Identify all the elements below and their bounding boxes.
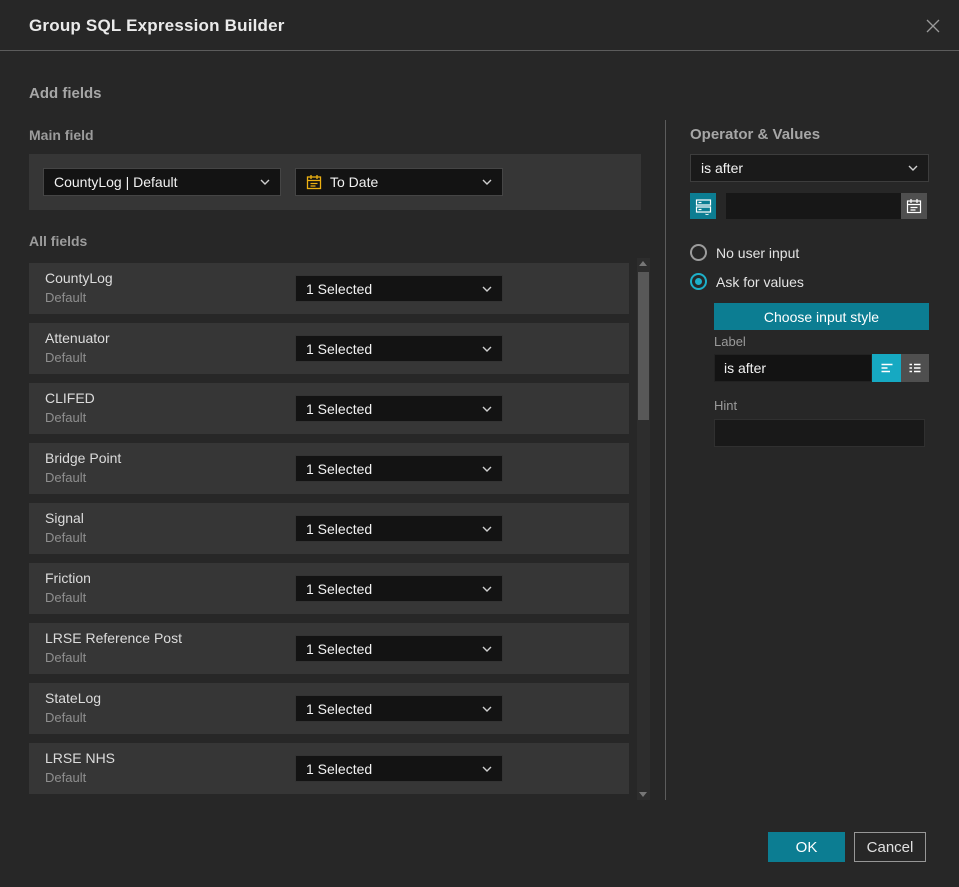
main-field-dropdown[interactable]: CountyLog | Default [43, 168, 281, 196]
hint-heading: Hint [714, 398, 738, 413]
main-field-date-dropdown-value: To Date [330, 174, 379, 190]
main-field-panel: CountyLog | Default To Date [29, 154, 641, 210]
panel-divider [665, 120, 666, 800]
list-input-style-button[interactable] [901, 354, 929, 382]
value-input[interactable] [726, 193, 901, 219]
field-row-lrse-nhs: LRSE NHS Default 1 Selected [29, 743, 629, 794]
field-selection-dropdown[interactable]: 1 Selected [295, 275, 503, 302]
hint-input[interactable] [714, 419, 925, 447]
field-selection-dropdown[interactable]: 1 Selected [295, 755, 503, 782]
chevron-down-icon [260, 179, 270, 185]
group-sql-expression-builder-dialog: Group SQL Expression Builder Add fields … [0, 0, 959, 887]
main-field-date-dropdown[interactable]: To Date [295, 168, 503, 196]
chevron-down-icon [482, 286, 492, 292]
field-row-lrse-reference-post: LRSE Reference Post Default 1 Selected [29, 623, 629, 674]
chevron-down-icon [482, 406, 492, 412]
single-line-input-style-button[interactable] [872, 354, 901, 382]
operator-values-heading: Operator & Values [690, 126, 821, 143]
close-icon [924, 17, 942, 35]
add-fields-heading: Add fields [29, 85, 102, 102]
chevron-down-icon [482, 706, 492, 712]
radio-selected-icon [690, 273, 707, 290]
operator-dropdown-value: is after [701, 160, 744, 176]
fields-list-scrollbar[interactable] [637, 258, 650, 800]
operator-dropdown[interactable]: is after [690, 154, 929, 182]
date-picker-button[interactable] [901, 193, 927, 219]
field-row-attenuator: Attenuator Default 1 Selected [29, 323, 629, 374]
dialog-title: Group SQL Expression Builder [29, 16, 285, 35]
value-type-selector-button[interactable] [690, 193, 716, 219]
field-row-statelog: StateLog Default 1 Selected [29, 683, 629, 734]
field-selection-dropdown[interactable]: 1 Selected [295, 515, 503, 542]
cancel-button[interactable]: Cancel [854, 832, 926, 862]
calendar-icon [306, 174, 322, 190]
field-row-countylog: CountyLog Default 1 Selected [29, 263, 629, 314]
no-user-input-radio[interactable]: No user input [690, 244, 799, 261]
list-icon [907, 360, 923, 376]
stacked-inputs-icon [695, 198, 712, 215]
field-row-signal: Signal Default 1 Selected [29, 503, 629, 554]
main-field-dropdown-value: CountyLog | Default [54, 174, 178, 190]
chevron-down-icon [482, 179, 492, 185]
calendar-icon [906, 198, 922, 214]
field-selection-dropdown[interactable]: 1 Selected [295, 575, 503, 602]
field-selection-dropdown[interactable]: 1 Selected [295, 635, 503, 662]
close-button[interactable] [920, 13, 946, 39]
title-bar: Group SQL Expression Builder [0, 0, 959, 51]
chevron-down-icon [908, 165, 918, 171]
radio-unselected-icon [690, 244, 707, 261]
chevron-down-icon [482, 346, 492, 352]
field-selection-dropdown[interactable]: 1 Selected [295, 695, 503, 722]
scrollbar-up-arrow-icon[interactable] [639, 261, 647, 266]
field-row-friction: Friction Default 1 Selected [29, 563, 629, 614]
label-heading: Label [714, 334, 746, 349]
chevron-down-icon [482, 586, 492, 592]
chevron-down-icon [482, 766, 492, 772]
ok-button[interactable]: OK [768, 832, 845, 862]
field-row-bridge-point: Bridge Point Default 1 Selected [29, 443, 629, 494]
scrollbar-thumb[interactable] [638, 272, 649, 420]
chevron-down-icon [482, 646, 492, 652]
main-field-heading: Main field [29, 127, 94, 143]
all-fields-heading: All fields [29, 233, 88, 249]
chevron-down-icon [482, 466, 492, 472]
field-row-clifed: CLIFED Default 1 Selected [29, 383, 629, 434]
ask-for-values-radio[interactable]: Ask for values [690, 273, 804, 290]
scrollbar-down-arrow-icon[interactable] [639, 792, 647, 797]
chevron-down-icon [482, 526, 492, 532]
choose-input-style-button[interactable]: Choose input style [714, 303, 929, 330]
field-selection-dropdown[interactable]: 1 Selected [295, 455, 503, 482]
label-input[interactable] [714, 354, 872, 382]
field-selection-dropdown[interactable]: 1 Selected [295, 395, 503, 422]
text-align-left-icon [879, 360, 895, 376]
field-selection-dropdown[interactable]: 1 Selected [295, 335, 503, 362]
